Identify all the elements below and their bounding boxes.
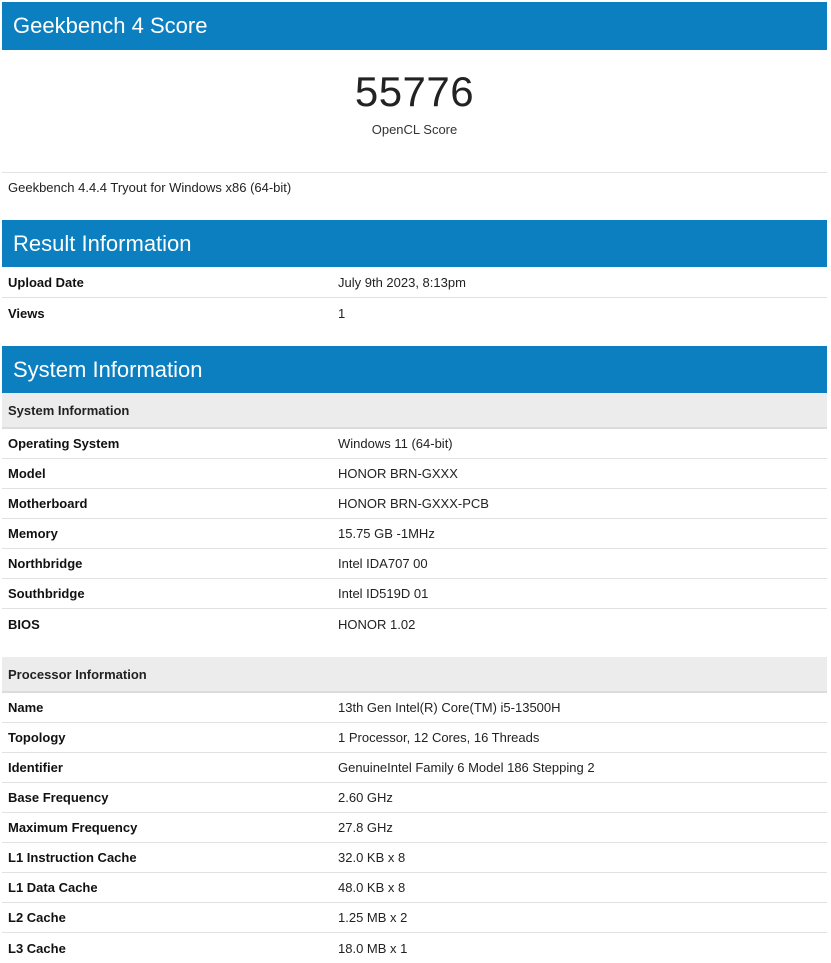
table-row: Northbridge Intel IDA707 00 bbox=[2, 549, 827, 579]
row-value: Intel ID519D 01 bbox=[338, 586, 429, 601]
result-section-header: Result Information bbox=[2, 220, 827, 267]
score-section-title: Geekbench 4 Score bbox=[13, 13, 208, 38]
row-value: 32.0 KB x 8 bbox=[338, 850, 406, 865]
row-label: Model bbox=[8, 466, 46, 481]
row-value: 27.8 GHz bbox=[338, 820, 393, 835]
row-label: Maximum Frequency bbox=[8, 820, 138, 835]
row-label: Operating System bbox=[8, 436, 120, 451]
row-label: Memory bbox=[8, 526, 58, 541]
system-info-subheader: System Information bbox=[2, 393, 827, 429]
row-value: Intel IDA707 00 bbox=[338, 556, 428, 571]
table-row: Identifier GenuineIntel Family 6 Model 1… bbox=[2, 753, 827, 783]
table-row: L3 Cache 18.0 MB x 1 bbox=[2, 933, 827, 963]
table-row: Maximum Frequency 27.8 GHz bbox=[2, 813, 827, 843]
row-value: 13th Gen Intel(R) Core(TM) i5-13500H bbox=[338, 700, 561, 715]
row-label: Base Frequency bbox=[8, 790, 109, 805]
row-value: HONOR BRN-GXXX-PCB bbox=[338, 496, 489, 511]
row-value: 48.0 KB x 8 bbox=[338, 880, 406, 895]
score-section-header: Geekbench 4 Score bbox=[2, 2, 827, 50]
table-row: L2 Cache 1.25 MB x 2 bbox=[2, 903, 827, 933]
row-label: Name bbox=[8, 700, 44, 715]
row-label: L1 Instruction Cache bbox=[8, 850, 137, 865]
row-label: L1 Data Cache bbox=[8, 880, 98, 895]
row-label: L3 Cache bbox=[8, 940, 66, 956]
row-label: Upload Date bbox=[8, 275, 84, 290]
row-label: Northbridge bbox=[8, 556, 83, 571]
opencl-score-value: 55776 bbox=[354, 68, 475, 115]
row-value: 2.60 GHz bbox=[338, 790, 393, 805]
table-row: BIOS HONOR 1.02 bbox=[2, 609, 827, 639]
row-value: 1.25 MB x 2 bbox=[338, 910, 408, 925]
table-row: Model HONOR BRN-GXXX bbox=[2, 459, 827, 489]
row-value: HONOR 1.02 bbox=[338, 616, 416, 632]
opencl-score-label: OpenCL Score bbox=[371, 122, 458, 137]
row-label: Southbridge bbox=[8, 586, 85, 601]
system-section-title: System Information bbox=[13, 356, 203, 382]
table-row: Operating System Windows 11 (64-bit) bbox=[2, 429, 827, 459]
row-label: L2 Cache bbox=[8, 910, 66, 925]
row-label: BIOS bbox=[8, 616, 40, 632]
table-row: L1 Data Cache 48.0 KB x 8 bbox=[2, 873, 827, 903]
row-label: Views bbox=[8, 305, 45, 321]
result-info-table: Upload Date July 9th 2023, 8:13pm Views … bbox=[2, 268, 827, 328]
table-row: Motherboard HONOR BRN-GXXX-PCB bbox=[2, 489, 827, 519]
row-value: GenuineIntel Family 6 Model 186 Stepping… bbox=[338, 760, 595, 775]
geekbench-version: Geekbench 4.4.4 Tryout for Windows x86 (… bbox=[2, 172, 827, 202]
result-section-title: Result Information bbox=[13, 230, 192, 256]
row-value: 1 Processor, 12 Cores, 16 Threads bbox=[338, 730, 540, 745]
table-row: L1 Instruction Cache 32.0 KB x 8 bbox=[2, 843, 827, 873]
row-value: 15.75 GB -1MHz bbox=[338, 526, 435, 541]
table-row: Upload Date July 9th 2023, 8:13pm bbox=[2, 268, 827, 298]
processor-info-subheader: Processor Information bbox=[2, 657, 827, 693]
table-row: Memory 15.75 GB -1MHz bbox=[2, 519, 827, 549]
system-section-header: System Information bbox=[2, 346, 827, 393]
row-value: HONOR BRN-GXXX bbox=[338, 466, 458, 481]
row-label: Identifier bbox=[8, 760, 63, 775]
row-value: July 9th 2023, 8:13pm bbox=[338, 275, 466, 290]
table-row: Name 13th Gen Intel(R) Core(TM) i5-13500… bbox=[2, 693, 827, 723]
table-row: Base Frequency 2.60 GHz bbox=[2, 783, 827, 813]
row-label: Motherboard bbox=[8, 496, 88, 511]
score-block: 55776 OpenCL Score bbox=[2, 50, 827, 172]
table-row: Southbridge Intel ID519D 01 bbox=[2, 579, 827, 609]
system-info-table: System Information Operating System Wind… bbox=[2, 393, 827, 963]
table-row: Views 1 bbox=[2, 298, 827, 328]
row-label: Topology bbox=[8, 730, 66, 745]
row-value: 1 bbox=[338, 305, 346, 321]
row-value: Windows 11 (64-bit) bbox=[338, 436, 453, 451]
table-row: Topology 1 Processor, 12 Cores, 16 Threa… bbox=[2, 723, 827, 753]
row-value: 18.0 MB x 1 bbox=[338, 940, 408, 956]
